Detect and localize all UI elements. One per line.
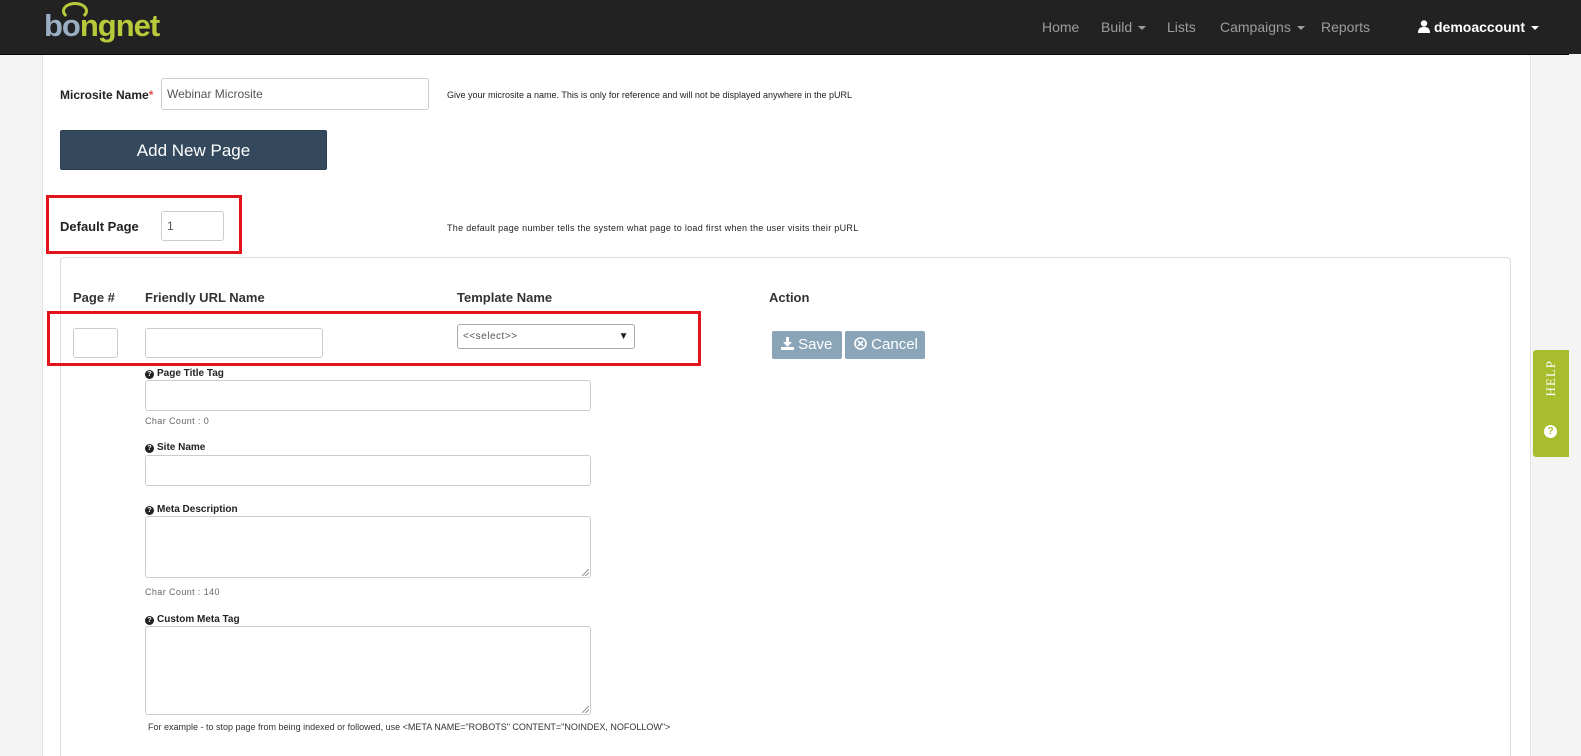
microsite-name-label: Microsite Name* bbox=[60, 88, 153, 102]
top-navbar: bongnet Home Build Lists Campaigns Repor… bbox=[0, 0, 1581, 55]
page-gutter bbox=[1569, 54, 1581, 756]
meta-description-label: ? Meta Description bbox=[145, 504, 238, 515]
meta-description-textarea[interactable] bbox=[145, 516, 591, 578]
page-title-char-count: Char Count : 0 bbox=[145, 416, 210, 426]
header-page-number: Page # bbox=[73, 290, 115, 305]
question-icon[interactable]: ? bbox=[145, 444, 154, 453]
page-title-label-text: Page Title Tag bbox=[157, 368, 224, 379]
custom-meta-label-text: Custom Meta Tag bbox=[157, 614, 240, 625]
question-icon: ? bbox=[1544, 425, 1557, 438]
site-name-input[interactable] bbox=[145, 455, 591, 486]
default-page-hint: The default page number tells the system… bbox=[447, 223, 859, 233]
default-page-label: Default Page bbox=[60, 219, 139, 234]
save-button-label: Save bbox=[798, 336, 833, 353]
nav-home-label: Home bbox=[1042, 19, 1080, 35]
custom-meta-textarea[interactable] bbox=[145, 626, 591, 715]
dropdown-arrow-icon: ▼ bbox=[618, 331, 629, 342]
save-button[interactable]: Save bbox=[772, 331, 842, 359]
header-template-name: Template Name bbox=[457, 290, 553, 305]
site-name-label: ? Site Name bbox=[145, 442, 205, 453]
resize-grip-icon[interactable] bbox=[582, 569, 589, 576]
nav-build[interactable]: Build bbox=[1101, 0, 1147, 54]
caret-down-icon bbox=[1138, 26, 1147, 31]
microsite-name-input[interactable] bbox=[161, 78, 429, 110]
site-name-label-text: Site Name bbox=[157, 442, 206, 453]
question-icon[interactable]: ? bbox=[145, 616, 154, 625]
nav-lists[interactable]: Lists bbox=[1167, 0, 1196, 54]
microsite-name-label-text: Microsite Name bbox=[60, 88, 149, 102]
required-mark: * bbox=[148, 88, 154, 102]
add-new-page-button[interactable]: Add New Page bbox=[60, 130, 327, 170]
cancel-button[interactable]: Cancel bbox=[845, 331, 925, 359]
template-select[interactable]: <<select>> ▼ bbox=[457, 324, 635, 349]
nav-home[interactable]: Home bbox=[1042, 0, 1079, 54]
nav-campaigns[interactable]: Campaigns bbox=[1220, 0, 1305, 54]
header-action: Action bbox=[769, 290, 810, 305]
nav-reports[interactable]: Reports bbox=[1321, 0, 1370, 54]
user-icon bbox=[1418, 20, 1430, 33]
microsite-name-hint: Give your microsite a name. This is only… bbox=[447, 90, 853, 100]
nav-campaigns-label: Campaigns bbox=[1220, 19, 1291, 35]
page-title-input[interactable] bbox=[145, 380, 591, 411]
question-icon[interactable]: ? bbox=[145, 506, 154, 515]
friendly-url-input[interactable] bbox=[145, 328, 323, 358]
nav-user-menu[interactable]: demoaccount bbox=[1418, 0, 1540, 54]
resize-grip-icon[interactable] bbox=[582, 706, 589, 713]
question-icon[interactable]: ? bbox=[145, 370, 154, 379]
custom-meta-hint: For example - to stop page from being in… bbox=[148, 722, 671, 732]
logo-ring-icon bbox=[62, 2, 88, 20]
logo-text-right: ngnet bbox=[79, 8, 160, 43]
download-icon bbox=[781, 337, 794, 350]
caret-down-icon bbox=[1531, 26, 1540, 31]
page-number-input[interactable] bbox=[73, 328, 118, 358]
cancel-button-label: Cancel bbox=[871, 336, 918, 353]
meta-description-label-text: Meta Description bbox=[157, 504, 238, 515]
cancel-circle-icon bbox=[854, 337, 867, 350]
nav-build-label: Build bbox=[1101, 19, 1133, 35]
header-friendly-url: Friendly URL Name bbox=[145, 290, 265, 305]
page-title-label: ? Page Title Tag bbox=[145, 368, 224, 379]
meta-description-char-count: Char Count : 140 bbox=[145, 587, 220, 597]
nav-lists-label: Lists bbox=[1167, 19, 1196, 35]
caret-down-icon bbox=[1296, 26, 1305, 31]
template-select-value: <<select>> bbox=[463, 331, 518, 342]
help-tab[interactable]: HELP ? bbox=[1533, 350, 1569, 457]
bongnet-logo[interactable]: bongnet bbox=[44, 2, 160, 48]
default-page-input[interactable] bbox=[161, 211, 224, 241]
help-tab-label: HELP bbox=[1543, 360, 1558, 397]
nav-reports-label: Reports bbox=[1321, 19, 1371, 35]
custom-meta-label: ? Custom Meta Tag bbox=[145, 614, 240, 625]
nav-user-label: demoaccount bbox=[1434, 19, 1526, 35]
